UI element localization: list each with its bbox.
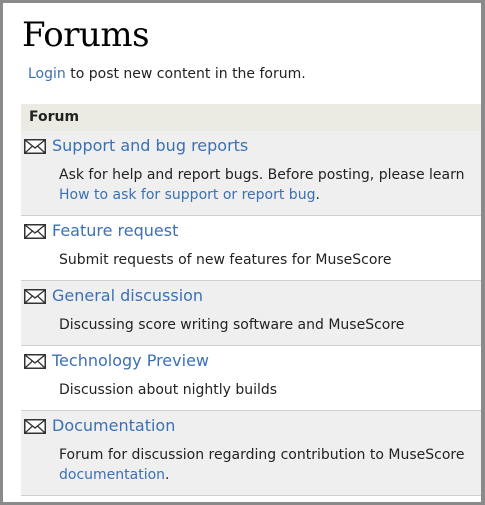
forum-row-support: Support and bug reports Ask for help and… [21, 131, 481, 216]
how-to-ask-link[interactable]: How to ask for support or report bug [59, 187, 315, 203]
forum-link-documentation[interactable]: Documentation [52, 416, 175, 436]
login-notice: Login to post new content in the forum. [28, 65, 306, 83]
documentation-link[interactable]: documentation [59, 467, 165, 483]
login-notice-text: to post new content in the forum. [65, 66, 306, 82]
forum-row-documentation: Documentation Forum for discussion regar… [21, 411, 481, 496]
forum-link-general-discussion[interactable]: General discussion [52, 286, 203, 306]
forum-table: Forum Support and bug reports Ask for he… [21, 104, 481, 496]
forum-description-end: . [315, 187, 320, 203]
page-title: Forums [22, 15, 150, 55]
forum-description: Ask for help and report bugs. Before pos… [59, 165, 469, 205]
forum-description: Forum for discussion regarding contribut… [59, 445, 469, 485]
forum-row-technology-preview: Technology Preview Discussion about nigh… [21, 346, 481, 411]
forum-column-header: Forum [21, 104, 481, 131]
forum-link-feature-request[interactable]: Feature request [52, 221, 178, 241]
envelope-icon [24, 139, 46, 154]
forum-link-support[interactable]: Support and bug reports [52, 136, 248, 156]
envelope-icon [24, 354, 46, 369]
forum-description-end: . [165, 467, 170, 483]
envelope-icon [24, 224, 46, 239]
forum-description: Submit requests of new features for Muse… [59, 252, 392, 268]
envelope-icon [24, 419, 46, 434]
envelope-icon [24, 289, 46, 304]
forum-description: Discussion about nightly builds [59, 382, 278, 398]
forum-row-general-discussion: General discussion Discussing score writ… [21, 281, 481, 346]
page-frame: Forums Login to post new content in the … [3, 3, 481, 502]
forum-description-text: Ask for help and report bugs. Before pos… [59, 167, 465, 183]
login-link[interactable]: Login [28, 66, 66, 82]
forum-row-feature-request: Feature request Submit requests of new f… [21, 216, 481, 281]
forum-description: Discussing score writing software and Mu… [59, 317, 405, 333]
forum-link-technology-preview[interactable]: Technology Preview [52, 351, 209, 371]
forum-description-text: Forum for discussion regarding contribut… [59, 447, 465, 463]
